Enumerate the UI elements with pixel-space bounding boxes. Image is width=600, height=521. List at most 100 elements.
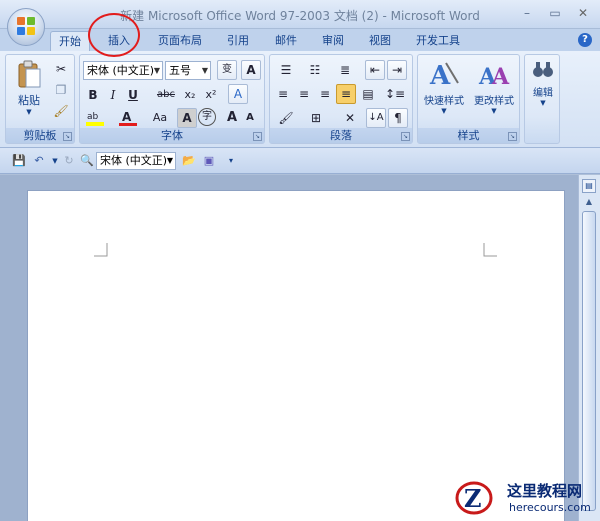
- open-folder-icon[interactable]: 📂: [180, 152, 198, 170]
- borders-icon[interactable]: ⊞: [303, 108, 329, 128]
- chevron-down-icon: ▼: [540, 99, 546, 107]
- change-case-button[interactable]: Aa: [146, 108, 174, 128]
- italic-button[interactable]: I: [103, 85, 123, 105]
- save-icon[interactable]: 💾: [10, 152, 28, 170]
- tab-references[interactable]: 引用: [218, 31, 258, 52]
- ribbon: 粘贴 ▼ ✂ ❐ 🖌 剪贴板 ↘ 宋体 (中文正) ▼ 五号 ▼ 变 A B I…: [0, 51, 600, 148]
- phonetic-guide-button[interactable]: 变: [217, 60, 237, 80]
- macro-icon[interactable]: ▣: [200, 152, 218, 170]
- shrink-font-button[interactable]: A: [240, 108, 260, 128]
- clear-formatting-button[interactable]: A: [228, 84, 248, 104]
- chinese-layout-icon[interactable]: ✕: [336, 108, 364, 128]
- paragraph-launcher-icon[interactable]: ↘: [401, 132, 410, 141]
- increase-indent-icon[interactable]: ⇥: [387, 60, 407, 80]
- print-preview-icon[interactable]: 🔍: [78, 152, 96, 170]
- binoculars-icon: [533, 62, 553, 77]
- styles-launcher-icon[interactable]: ↘: [508, 132, 517, 141]
- minimize-button[interactable]: –: [514, 4, 540, 22]
- watermark: Z 这里教程网 herecours.com: [449, 476, 600, 521]
- show-marks-icon[interactable]: ¶: [388, 108, 408, 128]
- highlight-color-button[interactable]: ab: [83, 108, 111, 128]
- office-button[interactable]: [7, 8, 45, 46]
- font-name-combo[interactable]: 宋体 (中文正) ▼: [83, 61, 163, 80]
- character-shading-button[interactable]: A: [177, 108, 197, 128]
- font-group: 宋体 (中文正) ▼ 五号 ▼ 变 A B I U abc x₂ x² A ab…: [79, 54, 265, 144]
- font-color-button[interactable]: A: [116, 108, 142, 128]
- ribbon-tab-bar: 开始 插入 页面布局 引用 邮件 审阅 视图 开发工具 ?: [0, 29, 600, 52]
- customize-qat-icon[interactable]: ▾: [222, 152, 240, 170]
- maximize-button[interactable]: ▭: [542, 4, 568, 22]
- paste-button[interactable]: 粘贴 ▼: [12, 59, 46, 119]
- copy-icon[interactable]: ❐: [51, 80, 71, 100]
- editing-button[interactable]: 编辑 ▼: [526, 59, 560, 139]
- line-spacing-icon[interactable]: ↕≡: [382, 84, 408, 104]
- editing-group: 编辑 ▼: [524, 54, 560, 144]
- chevron-down-icon: ▼: [491, 107, 497, 115]
- format-painter-icon[interactable]: 🖌: [51, 101, 71, 121]
- cut-icon[interactable]: ✂: [51, 59, 71, 79]
- redo-icon[interactable]: ↻: [60, 152, 78, 170]
- font-color-icon: A: [119, 110, 137, 126]
- justify-icon[interactable]: ≡: [336, 84, 356, 104]
- svg-text:Z: Z: [464, 484, 482, 513]
- align-center-icon[interactable]: ≡: [294, 84, 314, 104]
- svg-text:ab: ab: [87, 112, 99, 122]
- superscript-button[interactable]: x²: [201, 85, 221, 105]
- paragraph-group: ☰ ☷ ≣ ⇤ ⇥ ≡ ≡ ≡ ≡ ▤ ↕≡ 🖌 ⊞ ✕ ↓A ¶ 段落 ↘: [269, 54, 413, 144]
- bullets-icon[interactable]: ☰: [273, 60, 299, 80]
- multilevel-list-icon[interactable]: ≣: [332, 60, 358, 80]
- chevron-down-icon: ▼: [201, 66, 208, 75]
- close-button[interactable]: ✕: [570, 4, 596, 22]
- quick-styles-label: 快速样式: [424, 96, 464, 107]
- sort-icon[interactable]: ↓A: [366, 108, 386, 128]
- help-icon[interactable]: ?: [578, 33, 592, 47]
- underline-button[interactable]: U: [123, 85, 143, 105]
- distributed-icon[interactable]: ▤: [358, 84, 378, 104]
- subscript-button[interactable]: x₂: [180, 85, 200, 105]
- font-name-value: 宋体 (中文正): [87, 64, 155, 77]
- enclose-characters-button[interactable]: 字: [198, 108, 216, 126]
- margin-mark-top-left: [94, 243, 108, 257]
- font-launcher-icon[interactable]: ↘: [253, 132, 262, 141]
- clipboard-launcher-icon[interactable]: ↘: [63, 132, 72, 141]
- watermark-logo-icon: Z: [455, 481, 493, 515]
- document-page[interactable]: [27, 190, 565, 521]
- font-group-label: 字体: [80, 128, 264, 143]
- align-left-icon[interactable]: ≡: [273, 84, 293, 104]
- change-styles-button[interactable]: A A 更改样式 ▼: [469, 59, 519, 123]
- paste-label: 粘贴: [18, 94, 40, 107]
- tab-view[interactable]: 视图: [360, 31, 400, 52]
- character-border-button[interactable]: A: [241, 60, 261, 80]
- quick-styles-button[interactable]: A 快速样式 ▼: [420, 59, 468, 123]
- change-styles-icon: A A: [478, 64, 510, 90]
- quick-styles-icon: A: [429, 61, 459, 91]
- grow-font-button[interactable]: A: [222, 108, 242, 128]
- numbering-icon[interactable]: ☷: [302, 60, 328, 80]
- tab-home[interactable]: 开始: [50, 31, 90, 52]
- paragraph-group-label: 段落: [270, 128, 412, 143]
- qat-font-combo[interactable]: 宋体 (中文正) ▼: [96, 152, 176, 170]
- font-size-combo[interactable]: 五号 ▼: [165, 61, 211, 80]
- tab-insert[interactable]: 插入: [96, 31, 142, 52]
- decrease-indent-icon[interactable]: ⇤: [365, 60, 385, 80]
- paste-dropdown-icon: ▼: [26, 108, 32, 116]
- vertical-scrollbar[interactable]: ▤ ▲: [578, 175, 600, 521]
- bold-button[interactable]: B: [83, 85, 103, 105]
- tab-mailings[interactable]: 邮件: [266, 31, 306, 52]
- scroll-up-icon[interactable]: ▲: [582, 197, 596, 209]
- quick-access-toolbar: 💾 ↶ ▼ ↻ 🔍 宋体 (中文正) ▼ 📂 ▣ ▾: [0, 148, 600, 174]
- tab-review[interactable]: 审阅: [313, 31, 353, 52]
- strikethrough-button[interactable]: abc: [154, 85, 178, 105]
- chevron-down-icon: ▼: [441, 107, 447, 115]
- margin-mark-top-right: [483, 243, 497, 257]
- qat-font-value: 宋体 (中文正): [100, 154, 168, 167]
- office-logo-icon: [17, 17, 36, 36]
- tab-page-layout[interactable]: 页面布局: [150, 31, 210, 52]
- scroll-thumb[interactable]: [582, 211, 596, 511]
- ruler-toggle-icon[interactable]: ▤: [582, 179, 596, 193]
- tab-developer[interactable]: 开发工具: [407, 31, 469, 52]
- shading-icon[interactable]: 🖌: [273, 108, 299, 128]
- styles-group: A 快速样式 ▼ A A 更改样式 ▼ 样式 ↘: [417, 54, 520, 144]
- font-size-value: 五号: [169, 64, 191, 77]
- align-right-icon[interactable]: ≡: [315, 84, 335, 104]
